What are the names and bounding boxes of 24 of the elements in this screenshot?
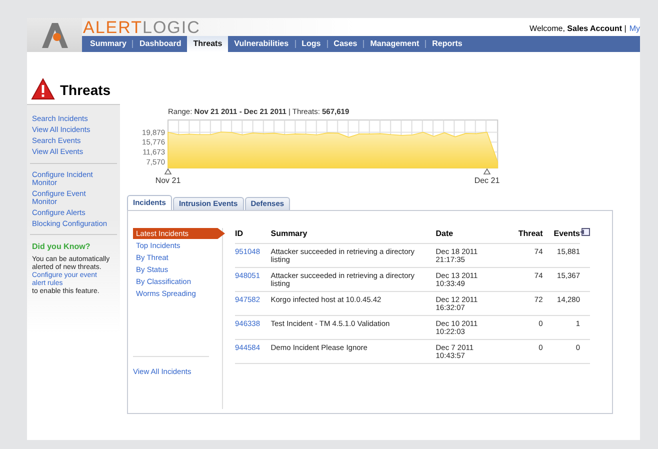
nav-tab[interactable]: Logs [296,36,327,52]
account-link[interactable]: My [629,23,640,35]
nav-tab[interactable]: Summary [84,36,132,52]
page-title: Threats [60,83,111,100]
column-header: Date [436,229,454,238]
nav-tab[interactable]: Reports [426,36,468,52]
nav-tab[interactable]: Threats [187,36,228,52]
nav-tab[interactable]: Vulnerabilities [228,36,295,52]
logo-wordmark: ALERTLOGIC [82,18,200,36]
column-header: Events [554,229,580,238]
column-header: Threat [518,229,543,238]
export-icon[interactable] [580,228,590,236]
column-header: ID [235,229,243,238]
nav-tab[interactable]: Cases [328,36,364,52]
range-marker-icon [164,168,172,174]
welcome-text: Welcome, Sales Account | [530,23,626,35]
x-tick-label: Dec 21 [474,176,500,185]
logo-icon [40,21,70,49]
warning-icon [31,78,55,100]
tip-title: Did you Know? [32,241,92,253]
nav-tab[interactable]: Dashboard [133,36,188,52]
column-header: Summary [270,229,308,238]
nav-tab[interactable]: Management [364,36,426,52]
x-tick-label: Nov 21 [155,176,181,185]
